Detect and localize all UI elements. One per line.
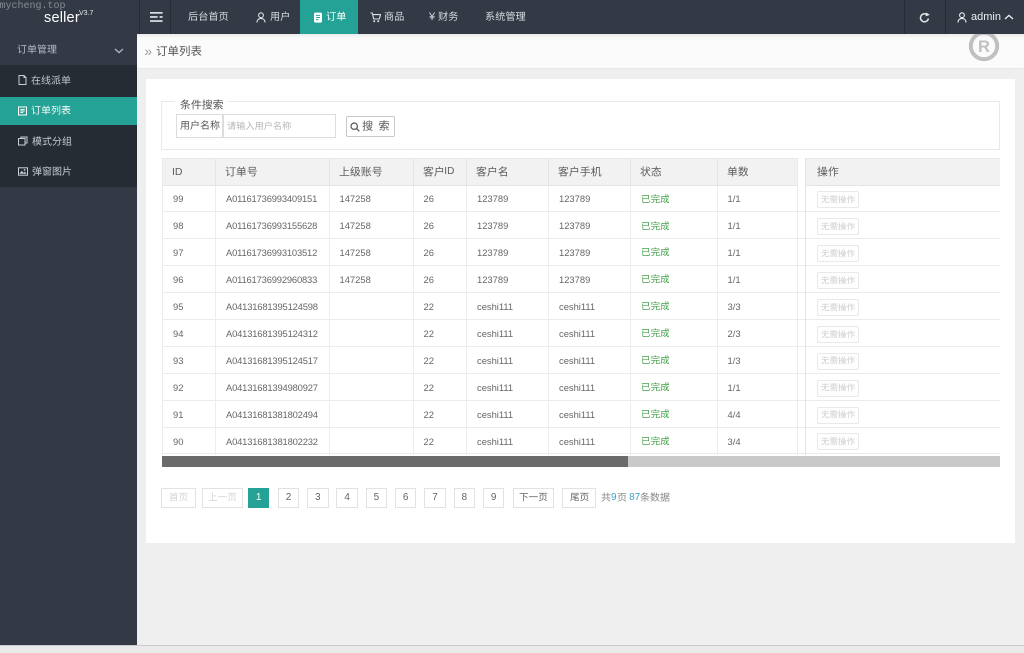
svg-text:R: R: [978, 38, 990, 56]
